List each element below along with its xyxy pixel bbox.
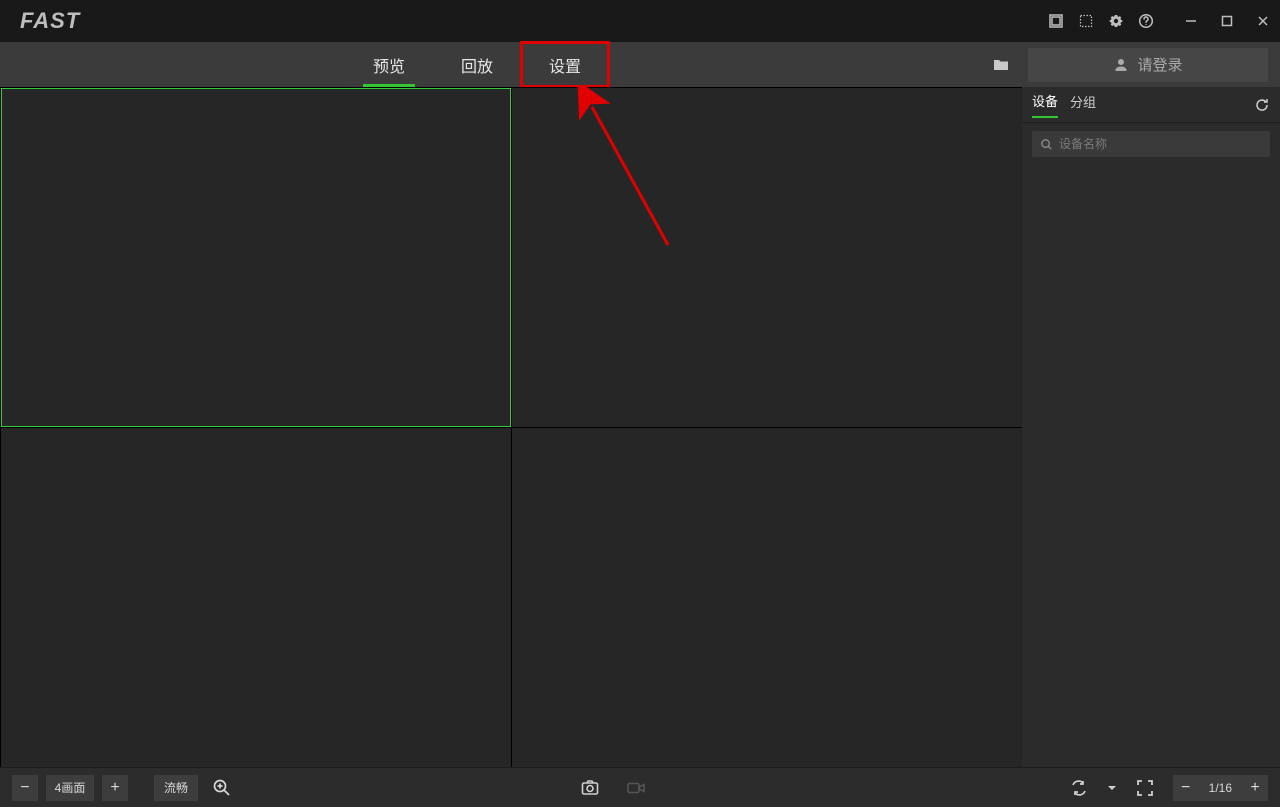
maximize-icon[interactable] — [1220, 14, 1234, 28]
side-tab-group-label: 分组 — [1070, 95, 1096, 110]
refresh-icon[interactable] — [1254, 97, 1270, 113]
record-icon — [626, 778, 646, 798]
video-cell-2[interactable] — [512, 88, 1022, 427]
page-next-button[interactable]: + — [1242, 775, 1268, 801]
tab-playback-label: 回放 — [461, 53, 493, 77]
video-cell-1[interactable] — [1, 88, 511, 427]
snapshot-icon[interactable] — [580, 778, 600, 798]
side-tab-group[interactable]: 分组 — [1070, 92, 1096, 117]
title-bar: FAST — [0, 0, 1280, 42]
caret-down-icon[interactable] — [1107, 778, 1117, 798]
window-controls — [1184, 14, 1270, 28]
tab-settings-label: 设置 — [549, 53, 581, 77]
side-tabs: 设备 分组 — [1022, 87, 1280, 123]
center-tool-icons — [580, 778, 646, 798]
user-icon — [1113, 57, 1129, 73]
login-label: 请登录 — [1137, 54, 1182, 75]
tab-settings[interactable]: 设置 — [521, 42, 609, 87]
app-logo: FAST — [20, 8, 80, 34]
side-tab-device-label: 设备 — [1032, 94, 1058, 109]
main-area: 设备 分组 — [0, 87, 1280, 767]
layout-icon[interactable] — [1048, 13, 1064, 29]
zoom-in-icon[interactable] — [212, 778, 232, 798]
layout-increase-button[interactable]: + — [102, 775, 128, 801]
help-icon[interactable] — [1138, 13, 1154, 29]
device-search[interactable] — [1032, 131, 1270, 157]
minimize-icon[interactable] — [1184, 14, 1198, 28]
bottom-toolbar: − 4画面 + 流畅 − 1/16 + — [0, 767, 1280, 807]
close-icon[interactable] — [1256, 14, 1270, 28]
video-cell-3[interactable] — [1, 428, 511, 767]
side-panel: 设备 分组 — [1022, 87, 1280, 767]
right-tool-icons: − 1/16 + — [1069, 775, 1268, 801]
layout-count-label[interactable]: 4画面 — [46, 775, 94, 801]
page-group: − 1/16 + — [1173, 775, 1268, 801]
stream-quality-button[interactable]: 流畅 — [154, 775, 198, 801]
tab-playback[interactable]: 回放 — [433, 42, 521, 87]
page-indicator: 1/16 — [1199, 775, 1242, 801]
folder-icon[interactable] — [992, 56, 1010, 74]
search-input[interactable] — [1059, 137, 1262, 151]
search-icon — [1040, 138, 1053, 151]
layout-decrease-button[interactable]: − — [12, 775, 38, 801]
tab-preview[interactable]: 预览 — [345, 42, 433, 87]
side-tab-device[interactable]: 设备 — [1032, 91, 1058, 118]
video-grid — [0, 87, 1022, 767]
page-prev-button[interactable]: − — [1173, 775, 1199, 801]
login-button[interactable]: 请登录 — [1028, 48, 1268, 82]
fullscreen-icon[interactable] — [1135, 778, 1155, 798]
title-tool-icons — [1048, 13, 1154, 29]
main-tab-bar: 预览 回放 设置 请登录 — [0, 42, 1280, 87]
cycle-icon[interactable] — [1069, 778, 1089, 798]
gear-icon[interactable] — [1108, 13, 1124, 29]
video-cell-4[interactable] — [512, 428, 1022, 767]
dots-icon[interactable] — [1078, 13, 1094, 29]
tab-preview-label: 预览 — [373, 53, 405, 77]
